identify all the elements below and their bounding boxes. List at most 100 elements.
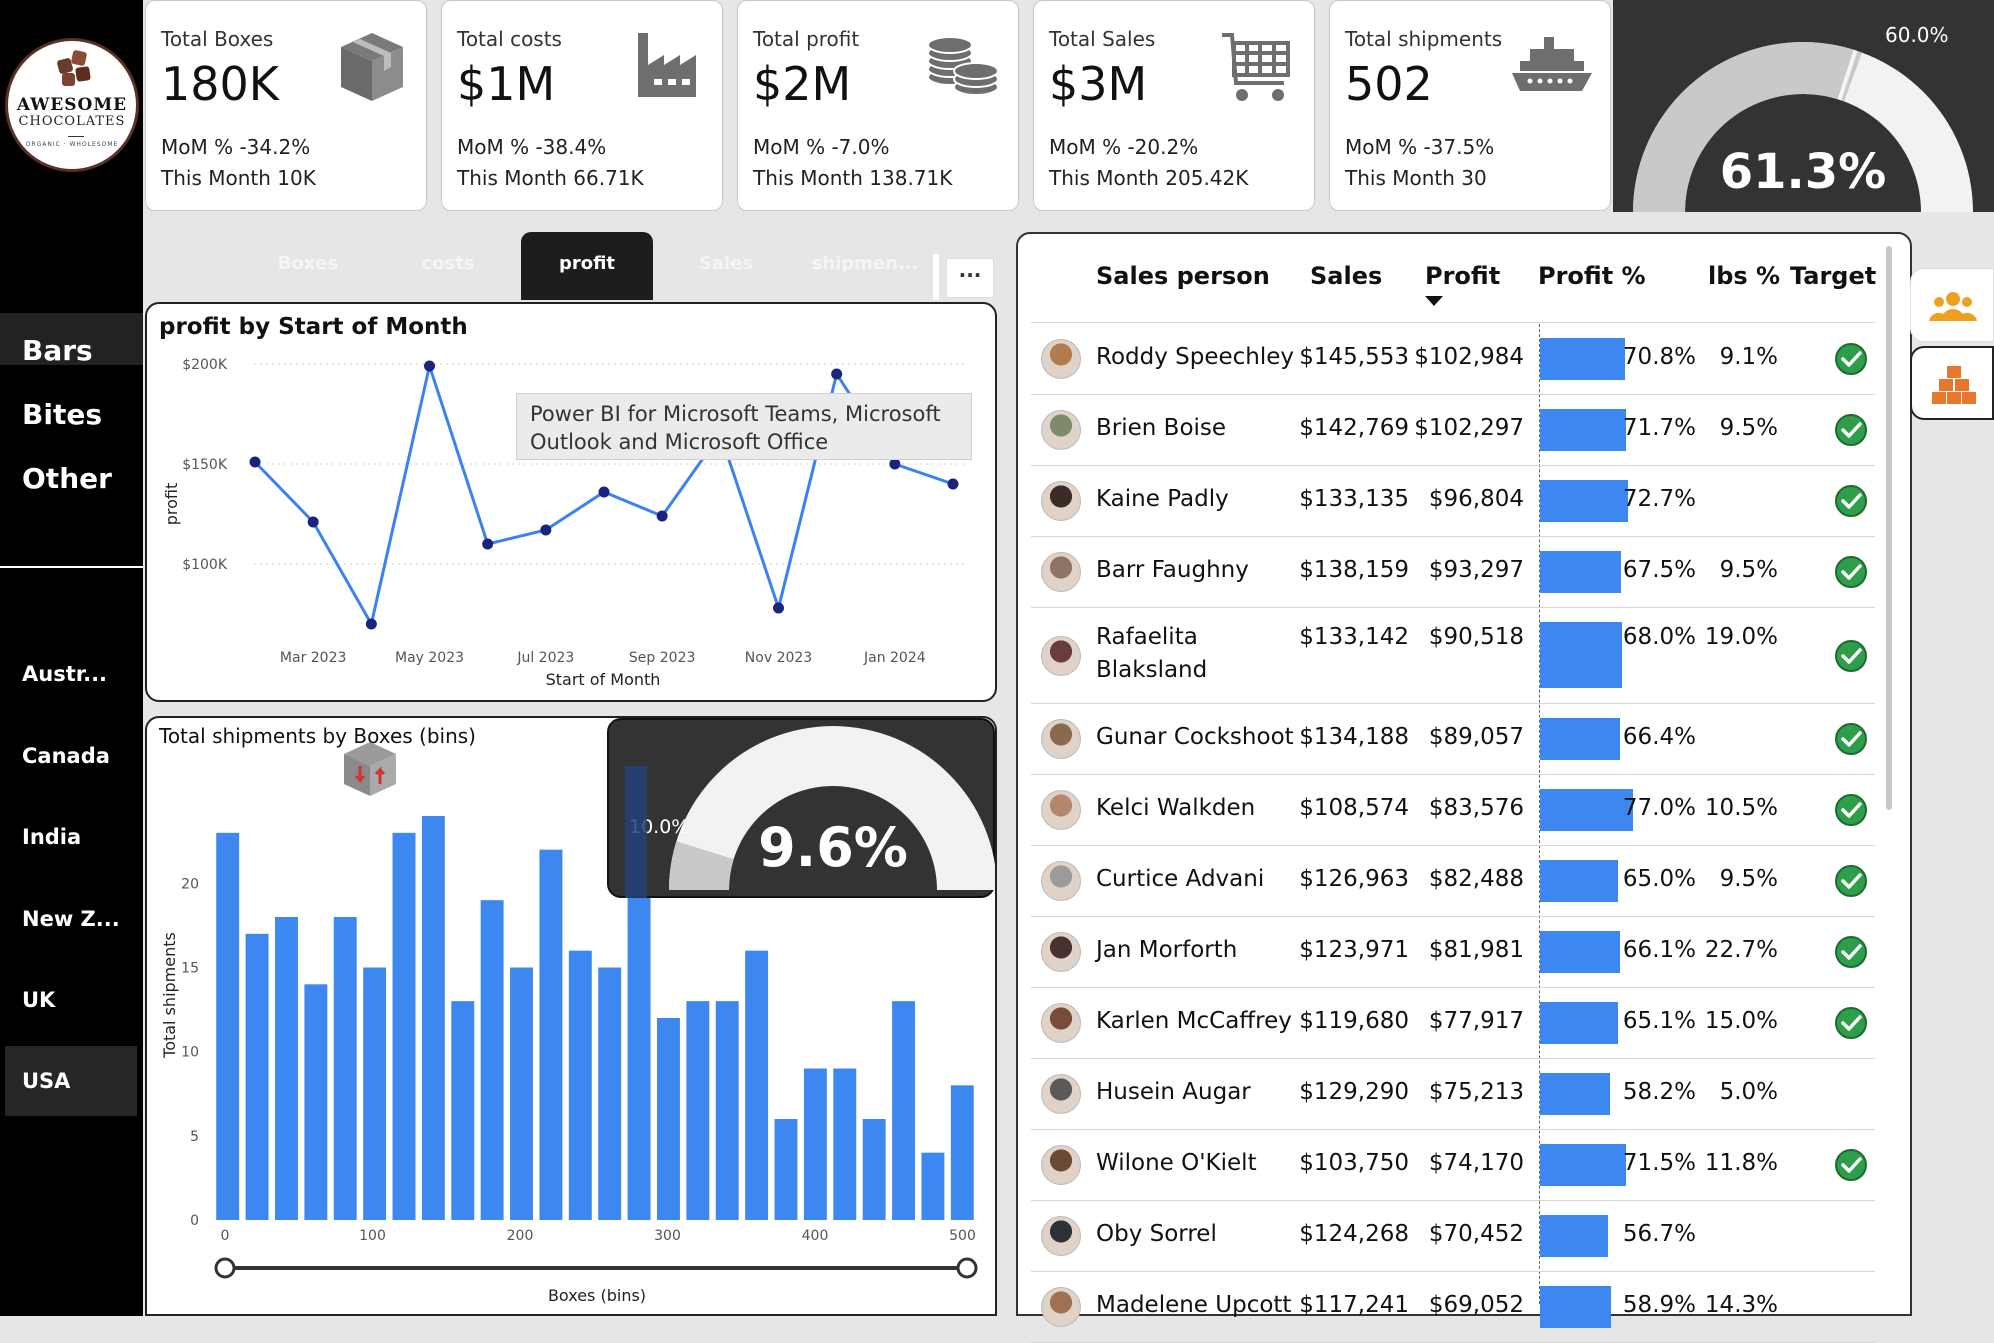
kpi-mom: MoM % -7.0% [753, 135, 890, 159]
data-point[interactable] [424, 360, 435, 372]
histogram-bar[interactable] [950, 1085, 974, 1220]
gauge-profit-margin[interactable]: 60.0% 61.3% [1613, 0, 1994, 212]
tab-costs[interactable]: costs [378, 232, 518, 300]
kpi-card-total-costs[interactable]: Total costs $1M MoM % -38.4% This Month … [441, 0, 723, 211]
data-point[interactable] [947, 478, 959, 490]
histogram-bar[interactable] [539, 849, 563, 1220]
col-header-profit-pct[interactable]: Profit % [1538, 262, 1646, 290]
table-row[interactable]: Curtice Advani $126,963 $82,488 65.0% 9.… [1031, 846, 1875, 917]
histogram-bar[interactable] [862, 1119, 886, 1220]
col-header-sales[interactable]: Sales [1310, 262, 1382, 290]
histogram-bar[interactable] [363, 967, 387, 1221]
kpi-card-total-shipments[interactable]: Total shipments 502 MoM % -37.5% This Mo… [1329, 0, 1611, 211]
table-row[interactable]: Oby Sorrel $124,268 $70,452 56.7% [1031, 1201, 1875, 1272]
table-row[interactable]: Jan Morforth $123,971 $81,981 66.1% 22.7… [1031, 917, 1875, 988]
histogram-bar[interactable] [686, 1001, 710, 1220]
table-row[interactable]: Madelene Upcott $117,241 $69,052 58.9% 1… [1031, 1272, 1875, 1343]
more-options-button[interactable]: ··· [946, 258, 994, 298]
tab-shipments[interactable]: shipmen... [800, 232, 930, 300]
cell-sales-person: Rafaelita [1096, 624, 1198, 650]
range-slider-min-handle[interactable] [214, 1257, 236, 1279]
histogram-bar[interactable] [333, 917, 357, 1220]
bar-chart-panel[interactable]: Total shipments by Boxes (bins) 0 5 10 15 20… [145, 716, 997, 1316]
category-bites[interactable]: Bites [0, 388, 143, 440]
table-row[interactable]: Brien Boise $142,769 $102,297 71.7% 9.5% [1031, 395, 1875, 466]
histogram-bar[interactable] [304, 984, 328, 1220]
category-other[interactable]: Other [0, 452, 143, 504]
data-point[interactable] [598, 486, 610, 498]
cell-lbs-pct: 14.3% [1704, 1292, 1778, 1318]
histogram-bar[interactable] [803, 1068, 827, 1221]
histogram-bar[interactable] [657, 1018, 680, 1220]
histogram-bar[interactable] [568, 950, 592, 1220]
target-met-check-icon [1835, 794, 1867, 826]
data-point[interactable] [831, 368, 843, 380]
country-canada[interactable]: Canada [5, 721, 137, 791]
table-row[interactable]: Karlen McCaffrey $119,680 $77,917 65.1% … [1031, 988, 1875, 1059]
data-point[interactable] [540, 524, 552, 536]
histogram-bar[interactable] [774, 1119, 798, 1220]
histogram-bar[interactable] [745, 950, 769, 1220]
sort-desc-icon[interactable] [1425, 296, 1443, 306]
histogram-bar[interactable] [892, 1001, 915, 1220]
avatar [1041, 1074, 1081, 1114]
histogram-bar[interactable] [216, 832, 240, 1220]
country-australia[interactable]: Austr... [5, 639, 137, 709]
profit-pct-bar [1540, 1002, 1619, 1044]
tab-profit[interactable]: profit [521, 232, 653, 300]
range-slider-max-handle[interactable] [956, 1257, 978, 1279]
data-point[interactable] [656, 510, 668, 522]
histogram-bar[interactable] [833, 1068, 857, 1221]
histogram-bar[interactable] [275, 917, 298, 1220]
box-drilldown-icon[interactable] [340, 740, 400, 798]
kpi-card-total-sales[interactable]: Total Sales $3M MoM % -20.2% This Month … [1033, 0, 1315, 211]
table-row[interactable]: Gunar Cockshoot $134,188 $89,057 66.4% [1031, 704, 1875, 775]
line-chart-panel[interactable]: profit by Start of Month $100K $150K $200K… [145, 302, 997, 702]
histogram-bar[interactable] [921, 1152, 945, 1220]
table-row[interactable]: Rafaelita Blaksland $133,142 $90,518 68.… [1031, 608, 1875, 704]
country-new-zealand[interactable]: New Z... [5, 884, 137, 954]
histogram-bar[interactable] [715, 1001, 739, 1220]
histogram-bar[interactable] [392, 832, 416, 1220]
col-header-target[interactable]: Target [1790, 262, 1876, 290]
histogram-bar[interactable] [480, 900, 504, 1220]
gauge-shipments[interactable]: 10.0% 9.6% [607, 718, 995, 898]
col-header-lbs-pct[interactable]: lbs % [1708, 262, 1780, 290]
kpi-card-total-profit[interactable]: Total profit $2M MoM % -7.0% This Month … [737, 0, 1019, 211]
table-scrollbar[interactable] [1886, 246, 1892, 810]
col-header-sales-person[interactable]: Sales person [1096, 262, 1270, 290]
table-row[interactable]: Barr Faughny $138,159 $93,297 67.5% 9.5% [1031, 537, 1875, 608]
boxes-view-button[interactable] [1910, 346, 1994, 420]
avatar [1041, 481, 1081, 521]
country-usa[interactable]: USA [5, 1046, 137, 1116]
kpi-mom: MoM % -37.5% [1345, 135, 1495, 159]
profit-pct-bar [1540, 409, 1627, 451]
kpi-card-total-boxes[interactable]: Total Boxes 180K MoM % -34.2% This Month… [145, 0, 427, 211]
cell-sales-person: Kelci Walkden [1096, 795, 1256, 821]
histogram-bar[interactable] [421, 816, 445, 1220]
histogram-bar[interactable] [451, 1001, 475, 1220]
data-point[interactable] [889, 458, 901, 470]
data-point[interactable] [307, 516, 319, 528]
people-view-button[interactable] [1910, 268, 1994, 342]
col-header-profit[interactable]: Profit [1425, 262, 1500, 290]
country-india[interactable]: India [5, 802, 137, 872]
histogram-bar[interactable] [598, 967, 622, 1221]
data-point[interactable] [365, 618, 377, 630]
kpi-label: Total Boxes [161, 27, 274, 51]
histogram-bar[interactable] [510, 967, 533, 1221]
table-row[interactable]: Husein Augar $129,290 $75,213 58.2% 5.0% [1031, 1059, 1875, 1130]
category-bars[interactable]: Bars [0, 313, 143, 367]
table-row[interactable]: Roddy Speechley $145,553 $102,984 70.8% … [1031, 324, 1875, 395]
data-point[interactable] [482, 538, 494, 550]
cell-profit: $83,576 [1428, 795, 1524, 821]
tab-sales[interactable]: Sales [656, 232, 796, 300]
data-point[interactable] [773, 602, 784, 614]
tab-boxes[interactable]: Boxes [238, 232, 378, 300]
table-row[interactable]: Kelci Walkden $108,574 $83,576 77.0% 10.… [1031, 775, 1875, 846]
country-uk[interactable]: UK [5, 965, 137, 1035]
table-row[interactable]: Wilone O'Kielt $103,750 $74,170 71.5% 11… [1031, 1130, 1875, 1201]
histogram-bar[interactable] [245, 933, 269, 1220]
data-point[interactable] [249, 456, 261, 468]
table-row[interactable]: Kaine Padly $133,135 $96,804 72.7% [1031, 466, 1875, 537]
